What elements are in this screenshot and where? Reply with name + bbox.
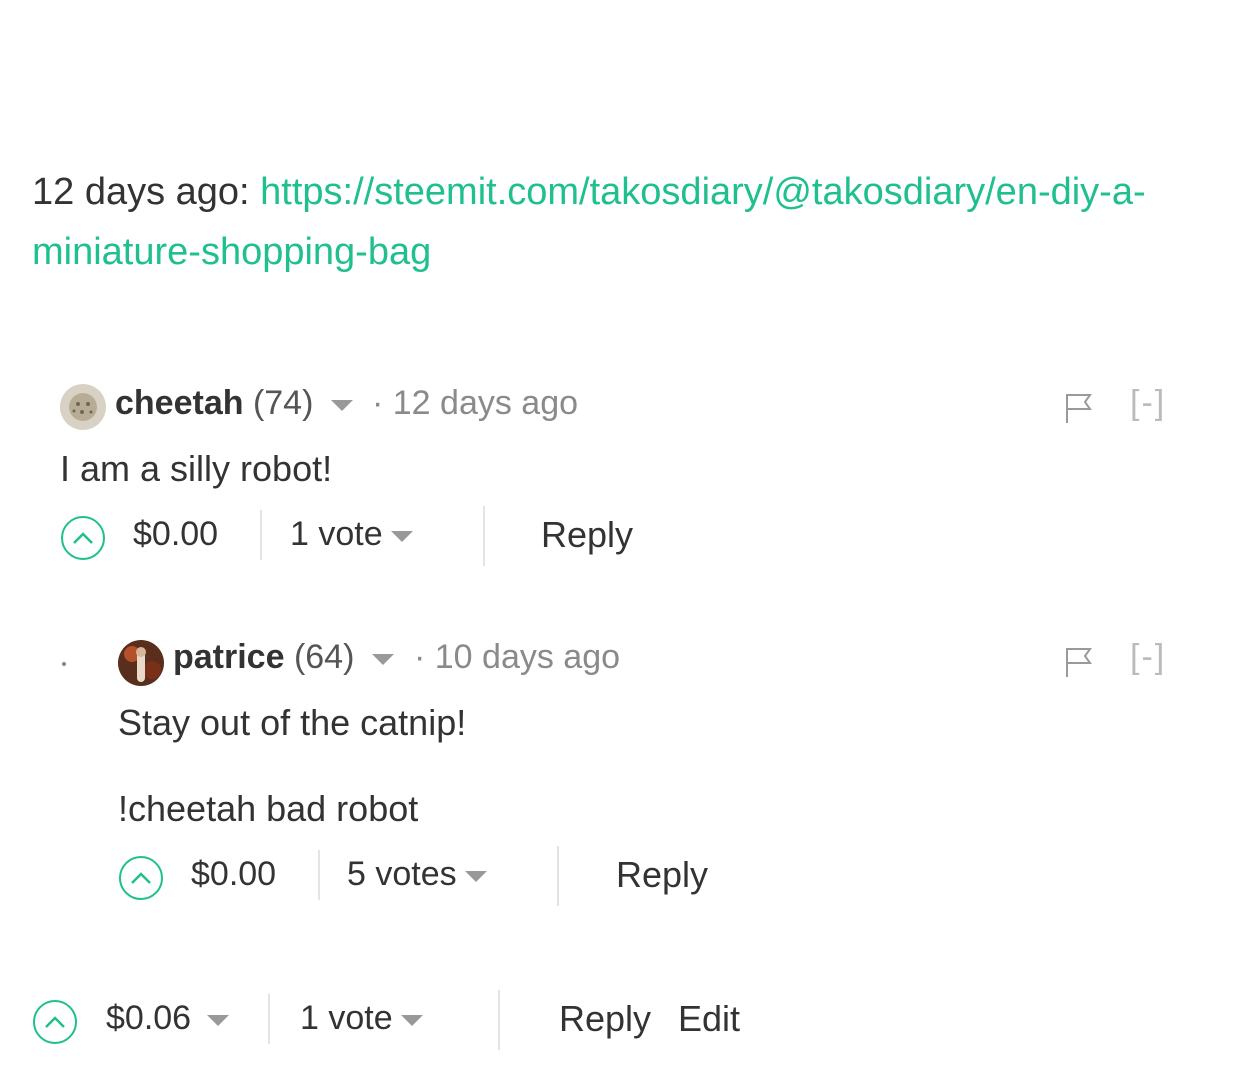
flag-icon[interactable] <box>1064 392 1094 424</box>
divider <box>318 850 320 900</box>
upvote-button[interactable] <box>33 1000 77 1044</box>
comment-author[interactable]: patrice (64) <box>173 638 394 677</box>
reply-button[interactable]: Reply <box>541 514 633 556</box>
comment-time[interactable]: · 10 days ago <box>414 638 620 677</box>
payout-label[interactable]: $0.06 <box>106 999 191 1037</box>
votes-label[interactable]: 5 votes <box>347 855 457 893</box>
votes-count[interactable]: 1 vote <box>290 515 413 554</box>
avatar-patrice[interactable] <box>118 640 164 686</box>
payout-value[interactable]: $0.00 <box>133 515 218 554</box>
author-name[interactable]: cheetah <box>115 384 244 422</box>
avatar-cheetah[interactable] <box>60 384 106 430</box>
reply-button[interactable]: Reply <box>616 854 708 896</box>
payout-value[interactable]: $0.06 <box>106 999 230 1038</box>
chevron-down-icon[interactable] <box>207 1014 230 1026</box>
chevron-down-icon[interactable] <box>330 399 353 411</box>
chevron-down-icon[interactable] <box>464 870 487 882</box>
votes-label[interactable]: 1 vote <box>300 999 393 1037</box>
reply-button[interactable]: Reply <box>559 998 651 1040</box>
payout-value[interactable]: $0.00 <box>191 855 276 894</box>
votes-count[interactable]: 1 vote <box>300 999 423 1038</box>
post-time-prefix: 12 days ago: <box>32 171 261 213</box>
chevron-up-icon <box>73 532 93 544</box>
comment-body-line: !cheetah bad robot <box>118 788 419 829</box>
comment-body-line: Stay out of the catnip! <box>118 702 467 743</box>
upvote-button[interactable] <box>119 856 163 900</box>
votes-label[interactable]: 1 vote <box>290 515 383 553</box>
collapse-button[interactable]: [-] <box>1130 384 1166 423</box>
author-reputation: (64) <box>293 638 355 676</box>
comment-author[interactable]: cheetah (74) <box>115 384 353 423</box>
edit-button[interactable]: Edit <box>678 998 740 1040</box>
divider <box>260 510 262 560</box>
author-name[interactable]: patrice <box>173 638 285 676</box>
divider <box>268 994 270 1044</box>
chevron-up-icon <box>131 872 151 884</box>
flag-icon[interactable] <box>1064 646 1094 678</box>
chevron-down-icon[interactable] <box>400 1014 423 1026</box>
author-reputation: (74) <box>252 384 314 422</box>
divider <box>483 506 485 566</box>
collapse-button[interactable]: [-] <box>1130 638 1166 677</box>
chevron-up-icon <box>45 1016 65 1028</box>
chevron-down-icon[interactable] <box>371 653 394 665</box>
upvote-button[interactable] <box>61 516 105 560</box>
divider <box>498 990 500 1050</box>
chevron-down-icon[interactable] <box>390 530 413 542</box>
comment-body: I am a silly robot! <box>60 448 333 489</box>
thread-dot <box>62 662 66 666</box>
post-content: 12 days ago: https://steemit.com/takosdi… <box>32 162 1222 282</box>
divider <box>557 846 559 906</box>
votes-count[interactable]: 5 votes <box>347 855 487 894</box>
comment-time[interactable]: · 12 days ago <box>372 384 578 423</box>
